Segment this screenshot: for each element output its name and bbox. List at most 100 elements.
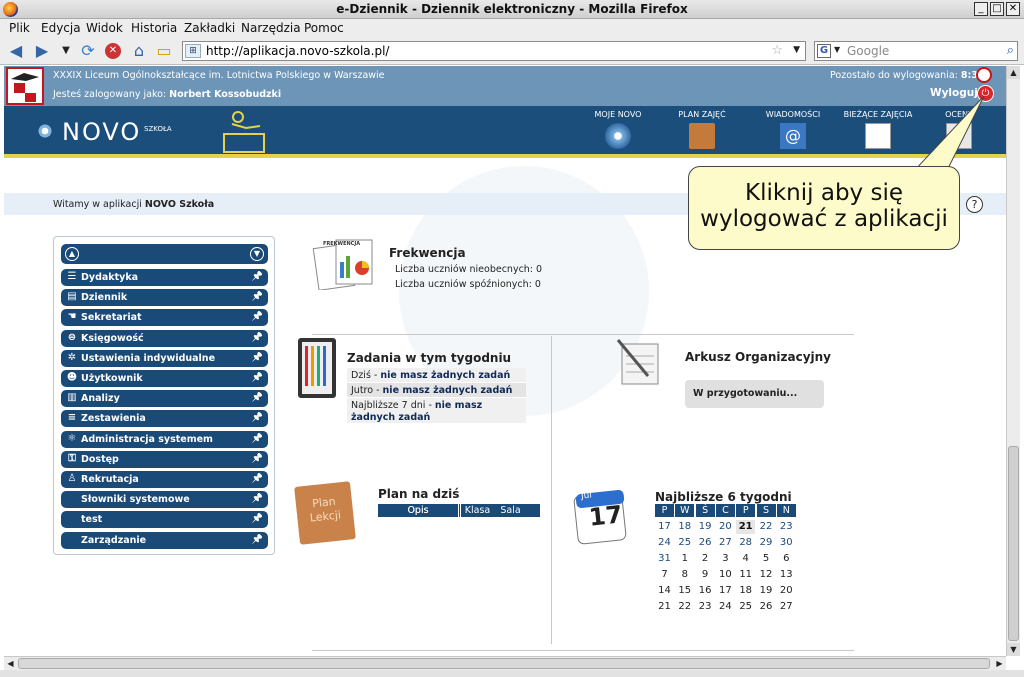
calendar-day[interactable]: 19 <box>757 584 776 598</box>
calendar-day[interactable]: 8 <box>675 568 694 582</box>
calendar-day[interactable]: 7 <box>655 568 674 582</box>
calendar-day[interactable]: 24 <box>655 536 674 550</box>
sidebar-item[interactable]: ▤ Dziennik 📌 <box>61 289 268 307</box>
calendar-day[interactable]: 26 <box>757 600 776 614</box>
url-bar[interactable]: ⊞ http://aplikacja.novo-szkola.pl/ ☆ ▼ <box>182 41 806 61</box>
menu-zakladki[interactable]: Zakładki <box>184 21 235 35</box>
calendar-day[interactable]: 6 <box>777 552 796 566</box>
url-dropdown-icon[interactable]: ▼ <box>793 45 800 55</box>
menu-historia[interactable]: Historia <box>131 21 177 35</box>
url-text[interactable]: http://aplikacja.novo-szkola.pl/ <box>206 44 389 58</box>
scroll-thumb[interactable] <box>1008 446 1019 641</box>
pin-icon[interactable]: 📌 <box>252 350 263 367</box>
task-value[interactable]: nie masz żadnych zadań <box>380 370 510 381</box>
sidebar-item[interactable]: Słowniki systemowe 📌 <box>61 491 268 509</box>
search-bar[interactable]: G ▼ Google ⌕ <box>814 41 1018 61</box>
calendar-day[interactable]: 20 <box>777 584 796 598</box>
calendar-day[interactable]: 23 <box>696 600 715 614</box>
vertical-scrollbar[interactable]: ▲ ▼ <box>1006 66 1020 656</box>
pin-icon[interactable]: 📌 <box>252 451 263 468</box>
calendar-day[interactable]: 18 <box>675 520 694 534</box>
tile-moje-novo[interactable]: MOJE NOVO <box>583 110 653 149</box>
menu-plik[interactable]: Plik <box>9 21 30 35</box>
calendar-day[interactable]: 21 <box>655 600 674 614</box>
pin-icon[interactable]: 📌 <box>252 309 263 326</box>
bookmark-folder-icon[interactable]: ▭ <box>154 41 174 61</box>
star-icon[interactable]: ☆ <box>771 43 783 58</box>
menu-pomoc[interactable]: Pomoc <box>304 21 344 35</box>
calendar-day[interactable]: 14 <box>655 584 674 598</box>
calendar-day[interactable]: 15 <box>675 584 694 598</box>
pin-icon[interactable]: 📌 <box>252 370 263 387</box>
scroll-left-icon[interactable]: ◀ <box>4 657 17 670</box>
sidebar-item[interactable]: ♙ Rekrutacja 📌 <box>61 471 268 488</box>
stop-icon[interactable]: ✕ <box>103 41 123 61</box>
pin-icon[interactable]: 📌 <box>252 491 263 508</box>
sidebar-item[interactable]: test 📌 <box>61 511 268 529</box>
horizontal-scrollbar[interactable]: ◀ ▶ <box>4 656 1006 670</box>
calendar-day[interactable]: 22 <box>757 520 776 534</box>
pin-icon[interactable]: 📌 <box>252 511 263 528</box>
scroll-right-icon[interactable]: ▶ <box>993 657 1006 670</box>
sidebar-item[interactable]: ✲ Ustawienia indywidualne 📌 <box>61 349 268 367</box>
minimize-icon[interactable]: _ <box>974 2 988 16</box>
calendar-day[interactable]: 13 <box>777 568 796 582</box>
calendar-day[interactable]: 19 <box>696 520 715 534</box>
site-identity-icon[interactable]: ⊞ <box>185 44 201 58</box>
calendar-day[interactable]: 17 <box>655 520 674 534</box>
calendar-day[interactable]: 28 <box>736 536 755 550</box>
pin-icon[interactable]: 📌 <box>252 410 263 427</box>
pin-icon[interactable]: 📌 <box>252 532 263 549</box>
sidebar-item[interactable]: Zarządzanie 📌 <box>61 531 268 549</box>
pin-icon[interactable]: 📌 <box>252 289 263 306</box>
collapse-all-icon[interactable]: ▲ <box>65 247 79 261</box>
calendar-day[interactable]: 11 <box>736 568 755 582</box>
sidebar-item[interactable]: ⊜ Księgowość 📌 <box>61 329 268 347</box>
pin-icon[interactable]: 📌 <box>252 390 263 407</box>
scroll-up-icon[interactable]: ▲ <box>1007 66 1020 79</box>
scroll-down-icon[interactable]: ▼ <box>1007 643 1020 656</box>
task-value[interactable]: nie masz żadnych zadań <box>383 385 513 396</box>
calendar-day[interactable]: 10 <box>716 568 735 582</box>
calendar-day[interactable]: 2 <box>696 552 715 566</box>
expand-all-icon[interactable]: ▼ <box>250 247 264 261</box>
calendar-day[interactable]: 9 <box>696 568 715 582</box>
calendar-day[interactable]: 22 <box>675 600 694 614</box>
calendar-day[interactable]: 18 <box>736 584 755 598</box>
tile-wiadomosci[interactable]: WIADOMOŚCI @ <box>758 110 828 149</box>
calendar-day[interactable]: 29 <box>757 536 776 550</box>
sidebar-item[interactable]: ☰ Dydaktyka 📌 <box>61 269 268 286</box>
home-icon[interactable]: ⌂ <box>129 41 149 61</box>
calendar-day[interactable]: 27 <box>716 536 735 550</box>
history-dropdown-icon[interactable]: ▼ <box>56 41 76 61</box>
sidebar-item[interactable]: ≡ Zestawienia 📌 <box>61 410 268 428</box>
sidebar-item[interactable]: ⚛ Administracja systemem 📌 <box>61 430 268 448</box>
hscroll-thumb[interactable] <box>18 658 990 669</box>
calendar-day[interactable]: 25 <box>736 600 755 614</box>
google-engine-icon[interactable]: G <box>817 44 831 58</box>
maximize-icon[interactable]: □ <box>990 2 1004 16</box>
calendar-day[interactable]: 26 <box>696 536 715 550</box>
close-icon[interactable]: ✕ <box>1006 2 1020 16</box>
sidebar-item[interactable]: ⚿ Dostęp 📌 <box>61 450 268 468</box>
menu-edycja[interactable]: Edycja <box>41 21 81 35</box>
reload-icon[interactable]: ⟳ <box>78 41 98 61</box>
calendar-day[interactable]: 27 <box>777 600 796 614</box>
back-icon[interactable]: ◀ <box>6 41 26 61</box>
calendar-day[interactable]: 31 <box>655 552 674 566</box>
menu-widok[interactable]: Widok <box>86 21 123 35</box>
calendar-day[interactable]: 12 <box>757 568 776 582</box>
pin-icon[interactable]: 📌 <box>252 431 263 448</box>
forward-icon[interactable]: ▶ <box>32 41 52 61</box>
menu-narzedzia[interactable]: Narzędzia <box>241 21 301 35</box>
sidebar-item[interactable]: ☚ Sekretariat 📌 <box>61 309 268 327</box>
calendar-day[interactable]: 3 <box>716 552 735 566</box>
calendar-day[interactable]: 23 <box>777 520 796 534</box>
sidebar-item[interactable]: ▥ Analizy 📌 <box>61 390 268 408</box>
calendar-day[interactable]: 24 <box>716 600 735 614</box>
calendar-day[interactable]: 25 <box>675 536 694 550</box>
calendar-day[interactable]: 1 <box>675 552 694 566</box>
calendar-day[interactable]: 17 <box>716 584 735 598</box>
pin-icon[interactable]: 📌 <box>252 330 263 347</box>
engine-dropdown-icon[interactable]: ▼ <box>834 45 840 54</box>
